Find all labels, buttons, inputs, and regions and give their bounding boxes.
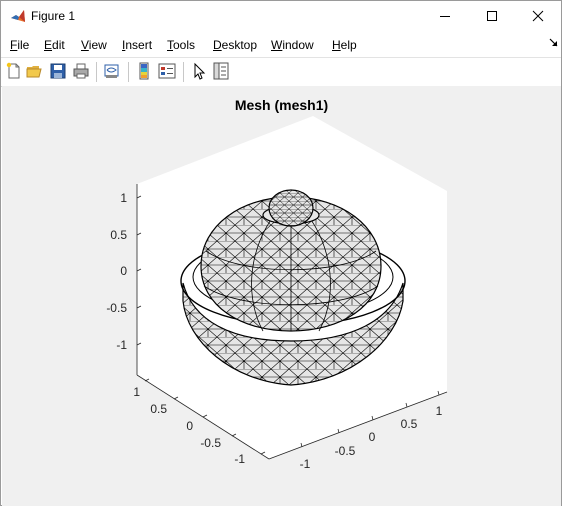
- matlab-icon: [11, 10, 25, 22]
- edit-plot-icon[interactable]: [190, 62, 208, 80]
- x-tick-label: -0.5: [200, 436, 221, 450]
- y-tick-label: 0.5: [401, 417, 418, 431]
- toolbar-separator: [96, 62, 97, 82]
- open-file-icon[interactable]: [26, 62, 44, 80]
- title-bar[interactable]: Figure 1: [1, 1, 561, 32]
- menu-desktop[interactable]: Desktop: [213, 37, 257, 53]
- y-tick-label: -0.5: [335, 444, 356, 458]
- z-tick-label: -0.5: [106, 301, 127, 315]
- menu-view[interactable]: View: [81, 37, 107, 53]
- new-figure-icon[interactable]: [5, 62, 23, 80]
- toolbar-separator: [128, 62, 129, 82]
- maximize-icon: [487, 11, 497, 21]
- x-tick-label: -1: [234, 452, 245, 466]
- x-tick-label: 1: [133, 385, 140, 399]
- menu-help[interactable]: Help: [332, 37, 357, 53]
- insert-legend-icon[interactable]: [158, 62, 176, 80]
- property-inspector-icon[interactable]: [212, 62, 230, 80]
- close-icon: [532, 10, 544, 22]
- z-tick-label: 0: [120, 264, 127, 278]
- plot-area: Mesh (mesh1) 1 0.5 0 -0.5 -1 1 0.5 0 -0.…: [2, 86, 561, 506]
- y-tick-label: 0: [369, 430, 376, 444]
- z-tick-label: -1: [116, 338, 127, 352]
- y-tick-label: -1: [300, 457, 311, 471]
- minimize-icon: [440, 16, 450, 17]
- x-tick-label: 0.5: [150, 402, 167, 416]
- menu-bar: File Edit View Insert Tools Desktop Wind…: [1, 34, 561, 56]
- axes-3d[interactable]: 1 0.5 0 -0.5 -1 1 0.5 0 -0.5 -1 -1 -0.5 …: [2, 86, 561, 506]
- window-title: Figure 1: [31, 9, 76, 23]
- menu-edit[interactable]: Edit: [44, 37, 65, 53]
- insert-colorbar-icon[interactable]: [135, 62, 153, 80]
- menu-window[interactable]: Window: [271, 37, 314, 53]
- menu-file[interactable]: File: [10, 37, 29, 53]
- x-tick-label: 0: [186, 419, 193, 433]
- z-tick-label: 1: [120, 191, 127, 205]
- z-tick-label: 0.5: [110, 228, 127, 242]
- menu-insert[interactable]: Insert: [122, 37, 152, 53]
- dock-arrow-icon[interactable]: [548, 37, 560, 49]
- minimize-button[interactable]: [422, 1, 468, 31]
- menu-tools[interactable]: Tools: [167, 37, 195, 53]
- figure-toolbar: [1, 57, 561, 87]
- toolbar-separator: [183, 62, 184, 82]
- close-button[interactable]: [515, 1, 561, 31]
- y-tick-label: 1: [436, 404, 443, 418]
- figure-window: Figure 1 File Edit View Insert Tools Des…: [0, 0, 562, 506]
- maximize-button[interactable]: [469, 1, 515, 31]
- print-icon[interactable]: [72, 62, 90, 80]
- save-icon[interactable]: [49, 62, 67, 80]
- link-plot-icon[interactable]: [103, 62, 121, 80]
